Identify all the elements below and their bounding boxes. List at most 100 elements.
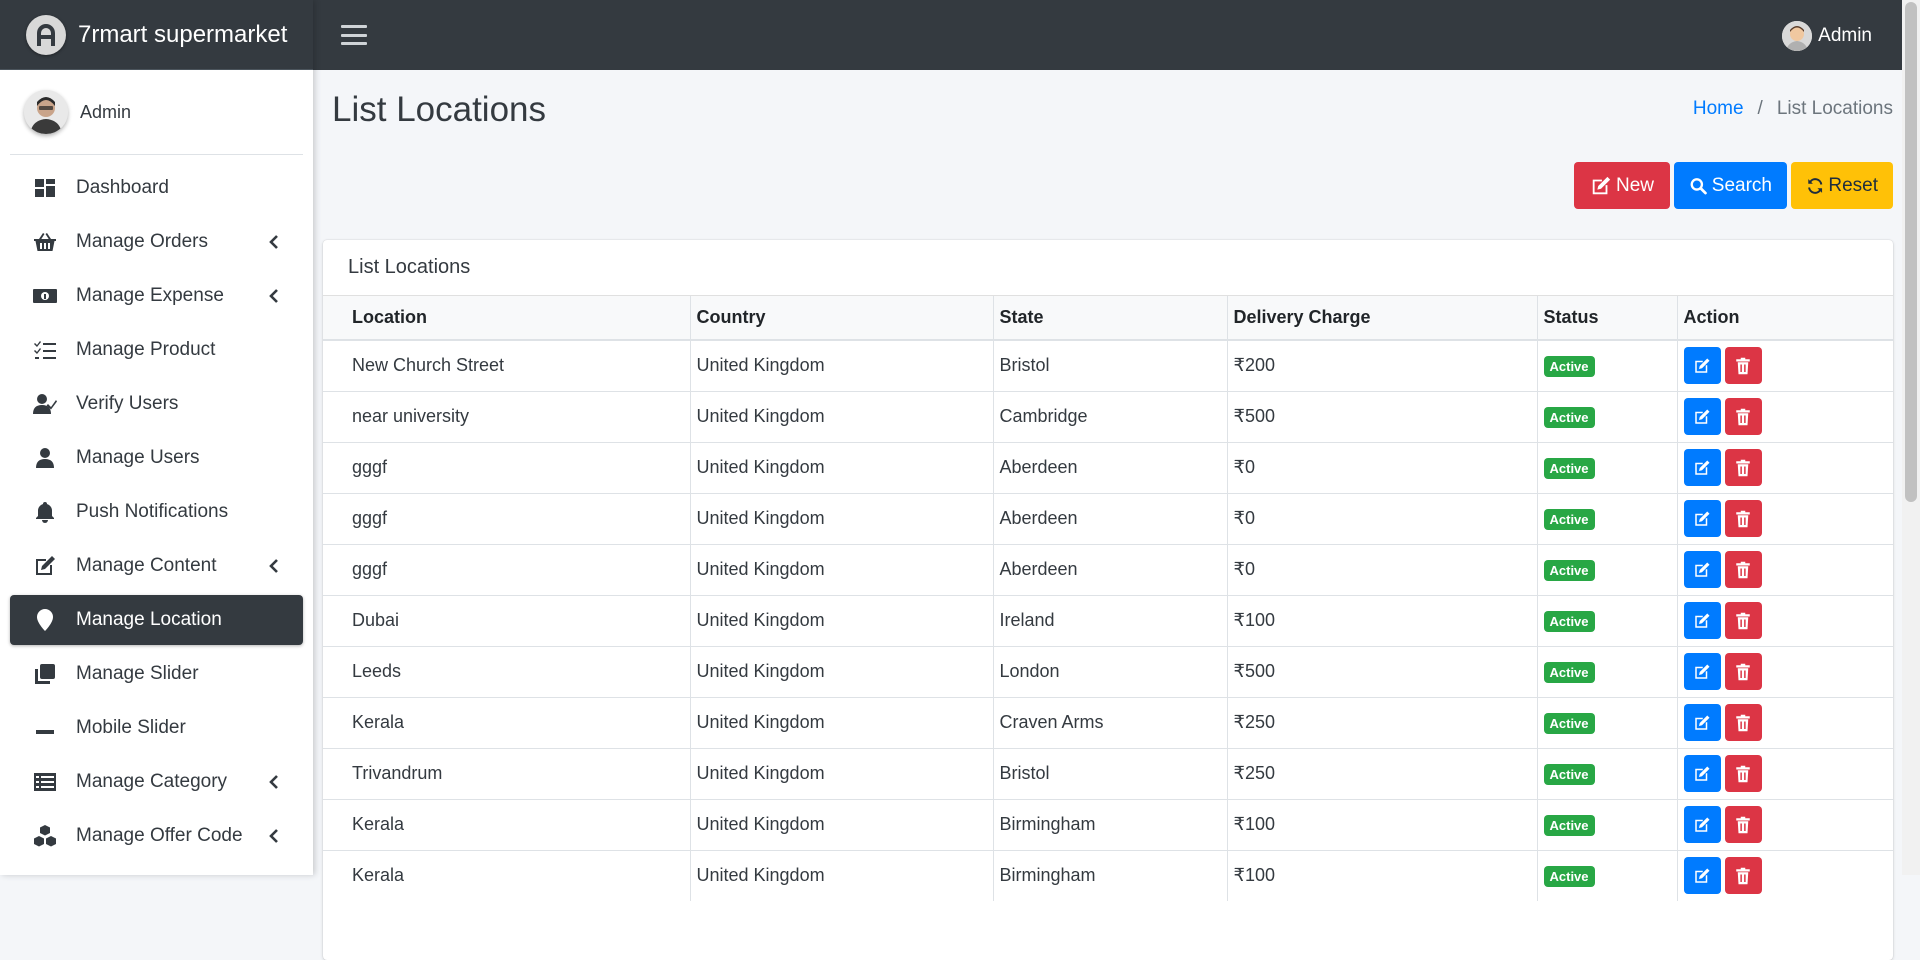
edit-button[interactable] [1683, 347, 1721, 385]
status-badge[interactable]: Active [1543, 610, 1595, 632]
edit-icon [1693, 867, 1711, 885]
edit-button[interactable] [1683, 653, 1721, 690]
trash-icon [1734, 561, 1752, 579]
status-badge[interactable]: Active [1543, 865, 1595, 887]
edit-icon [1693, 357, 1711, 375]
sync-icon [1808, 177, 1823, 194]
cell-location: Leeds [323, 645, 691, 697]
cell-action [1677, 390, 1893, 442]
breadcrumb-home-link[interactable]: Home [1693, 98, 1744, 120]
user-check-icon [32, 391, 58, 417]
brand-title: 7rmart supermarket [78, 20, 288, 48]
bell-icon [32, 499, 58, 525]
delete-button[interactable] [1724, 347, 1762, 385]
sidebar-item-push-notifications[interactable]: Push Notifications [10, 487, 303, 537]
new-button-label: New [1615, 174, 1654, 196]
status-badge[interactable]: Active [1543, 763, 1595, 785]
cell-location: gggf [323, 543, 691, 595]
cell-action [1677, 645, 1893, 697]
edit-icon [1693, 510, 1711, 528]
sidebar-item-manage-location[interactable]: Manage Location [10, 595, 303, 645]
delete-button[interactable] [1724, 755, 1762, 792]
status-badge[interactable]: Active [1543, 814, 1595, 836]
sidebar-item-manage-content[interactable]: Manage Content [10, 541, 303, 591]
cell-delivery-charge: ₹0 [1227, 492, 1538, 544]
table-row: Kerala United Kingdom Craven Arms ₹250 Activ… [323, 696, 1893, 748]
sidebar-item-manage-slider[interactable]: Manage Slider [10, 649, 303, 699]
column-header-delivery-charge[interactable]: Delivery Charge [1227, 296, 1538, 341]
delete-button[interactable] [1724, 704, 1762, 741]
column-header-location[interactable]: Location [323, 296, 691, 341]
sidebar-item-manage-orders[interactable]: Manage Orders [10, 217, 303, 267]
cell-status: Active [1537, 798, 1678, 850]
sidebar-item-label: Manage Product [76, 339, 216, 360]
sidebar-item-manage-category[interactable]: Manage Category [10, 757, 303, 807]
edit-button[interactable] [1683, 704, 1721, 741]
delete-button[interactable] [1724, 806, 1762, 843]
sidebar-item-manage-expense[interactable]: Manage Expense [10, 271, 303, 321]
sidebar-user-panel[interactable]: Admin [10, 70, 303, 155]
delete-button[interactable] [1724, 449, 1762, 486]
cell-country: United Kingdom [690, 798, 994, 850]
cell-country: United Kingdom [690, 849, 994, 901]
reset-button[interactable]: Reset [1791, 162, 1893, 209]
sidebar-item-manage-offer-code[interactable]: Manage Offer Code [10, 811, 303, 861]
angle-left-icon [267, 558, 281, 574]
edit-button[interactable] [1683, 755, 1721, 792]
status-badge[interactable]: Active [1543, 661, 1595, 683]
brand-link[interactable]: 7rmart supermarket [0, 0, 313, 70]
sidebar-item-mobile-slider[interactable]: Mobile Slider [10, 703, 303, 753]
delete-button[interactable] [1724, 551, 1762, 588]
delete-button[interactable] [1724, 602, 1762, 639]
new-button[interactable]: New [1574, 162, 1670, 209]
list-icon [32, 769, 58, 795]
card-title: List Locations [323, 240, 1893, 296]
table-row: near university United Kingdom Cambridge ₹5… [323, 390, 1893, 442]
cell-action [1677, 798, 1893, 850]
search-button[interactable]: Search [1674, 162, 1787, 209]
status-badge[interactable]: Active [1543, 559, 1595, 581]
locations-card: List Locations Location Country State De… [323, 240, 1893, 960]
edit-button[interactable] [1683, 857, 1721, 895]
edit-button[interactable] [1683, 551, 1721, 588]
page-scrollbar[interactable] [1902, 0, 1920, 875]
edit-button[interactable] [1683, 806, 1721, 843]
delete-button[interactable] [1724, 398, 1762, 435]
cell-location: near university [323, 390, 691, 442]
cell-status: Active [1537, 594, 1678, 646]
table-row: Dubai United Kingdom Ireland ₹100 Active [323, 594, 1893, 646]
cell-state: London [993, 645, 1228, 697]
status-badge[interactable]: Active [1543, 457, 1595, 479]
sidebar-item-label: Manage Orders [76, 231, 209, 252]
delete-button[interactable] [1724, 857, 1762, 895]
status-badge[interactable]: Active [1543, 406, 1595, 428]
cell-action [1677, 543, 1893, 595]
scrollbar-thumb[interactable] [1905, 2, 1917, 502]
sidebar-item-manage-users[interactable]: Manage Users [10, 433, 303, 483]
status-badge[interactable]: Active [1543, 355, 1595, 377]
top-user-menu[interactable]: Admin [1782, 21, 1872, 51]
column-header-country[interactable]: Country [690, 296, 994, 341]
reset-button-label: Reset [1828, 174, 1878, 196]
cell-state: Aberdeen [993, 543, 1228, 595]
clone-icon [32, 661, 58, 687]
delete-button[interactable] [1724, 500, 1762, 537]
status-badge[interactable]: Active [1543, 712, 1595, 734]
sidebar-item-dashboard[interactable]: Dashboard [10, 163, 303, 213]
edit-button[interactable] [1683, 449, 1721, 486]
edit-button[interactable] [1683, 500, 1721, 537]
sidebar-item-verify-users[interactable]: Verify Users [10, 379, 303, 429]
delete-button[interactable] [1724, 653, 1762, 690]
cell-delivery-charge: ₹250 [1227, 696, 1538, 748]
column-header-state[interactable]: State [993, 296, 1228, 341]
cell-state: Bristol [993, 339, 1228, 391]
menu-toggle-icon[interactable] [341, 25, 367, 45]
column-header-status[interactable]: Status [1537, 296, 1678, 341]
edit-button[interactable] [1683, 602, 1721, 639]
edit-button[interactable] [1683, 398, 1721, 435]
status-badge[interactable]: Active [1543, 508, 1595, 530]
trash-icon [1734, 867, 1752, 885]
sidebar-item-manage-product[interactable]: Manage Product [10, 325, 303, 375]
tasks-icon [32, 337, 58, 363]
sidebar-item-label: Manage Category [76, 771, 228, 792]
